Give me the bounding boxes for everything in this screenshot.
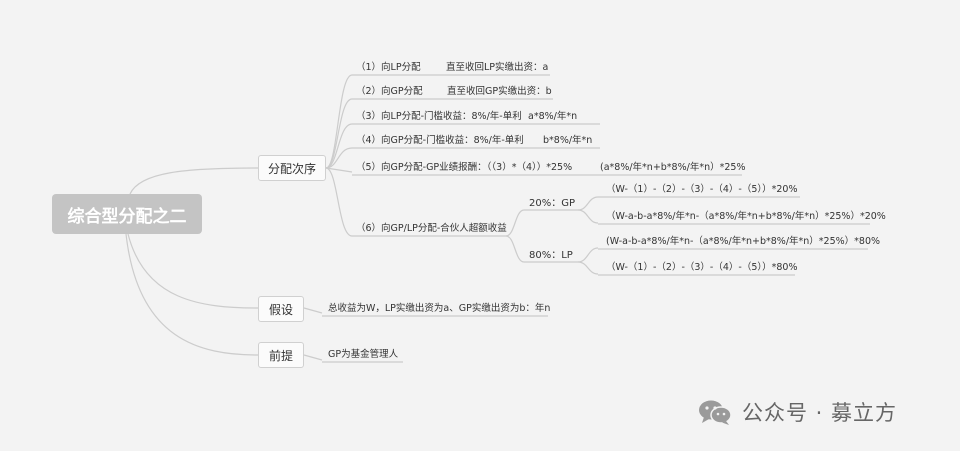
gp-formula-2[interactable]: （W-a-b-a*8%/年*n-（a*8%/年*n+b*8%/年*n）*25%）… xyxy=(606,211,886,223)
lp-formula-2[interactable]: （W-（1）-（2）-（3）-（4）-（5））*80% xyxy=(606,262,798,274)
order-item-1[interactable]: （1）向LP分配 xyxy=(356,62,421,74)
order-item-1-detail[interactable]: 直至收回LP实缴出资：a xyxy=(446,62,548,74)
gp-formula-1[interactable]: （W-（1）-（2）-（3）-（4）-（5））*20% xyxy=(606,184,798,196)
order-item-4-detail[interactable]: b*8%/年*n xyxy=(543,135,592,147)
order-item-4[interactable]: （4）向GP分配-门槛收益：8%/年-单利 xyxy=(356,135,524,147)
order-item-3[interactable]: （3）向LP分配-门槛收益：8%/年-单利 xyxy=(356,111,522,123)
order-item-6[interactable]: （6）向GP/LP分配-合伙人超额收益 xyxy=(356,223,507,235)
branch-assumption[interactable]: 假设 xyxy=(258,296,304,322)
premise-text[interactable]: GP为基金管理人 xyxy=(328,349,398,361)
order-item-5-detail[interactable]: (a*8%/年*n+b*8%/年*n）*25% xyxy=(600,162,745,174)
lp-formula-1[interactable]: (W-a-b-a*8%/年*n-（a*8%/年*n+b*8%/年*n）*25%）… xyxy=(606,236,880,248)
order-item-3-detail[interactable]: a*8%/年*n xyxy=(528,111,577,123)
branch-distribution-order[interactable]: 分配次序 xyxy=(258,155,326,181)
branch-premise[interactable]: 前提 xyxy=(258,342,304,368)
order-item-2-detail[interactable]: 直至收回GP实缴出资：b xyxy=(447,86,552,98)
excess-lp-share[interactable]: 80%：LP xyxy=(529,250,573,262)
assumption-text[interactable]: 总收益为W，LP实缴出资为a、GP实缴出资为b：年n xyxy=(328,303,550,315)
watermark: 公众号 · 募立方 xyxy=(698,397,897,427)
order-item-5[interactable]: （5）向GP分配-GP业绩报酬：（（3）*（4））*25% xyxy=(356,162,572,174)
order-item-2[interactable]: （2）向GP分配 xyxy=(356,86,423,98)
root-topic[interactable]: 综合型分配之二 xyxy=(52,194,202,234)
wechat-icon xyxy=(699,400,732,425)
excess-gp-share[interactable]: 20%：GP xyxy=(529,198,575,210)
watermark-text: 公众号 · 募立方 xyxy=(742,401,898,425)
